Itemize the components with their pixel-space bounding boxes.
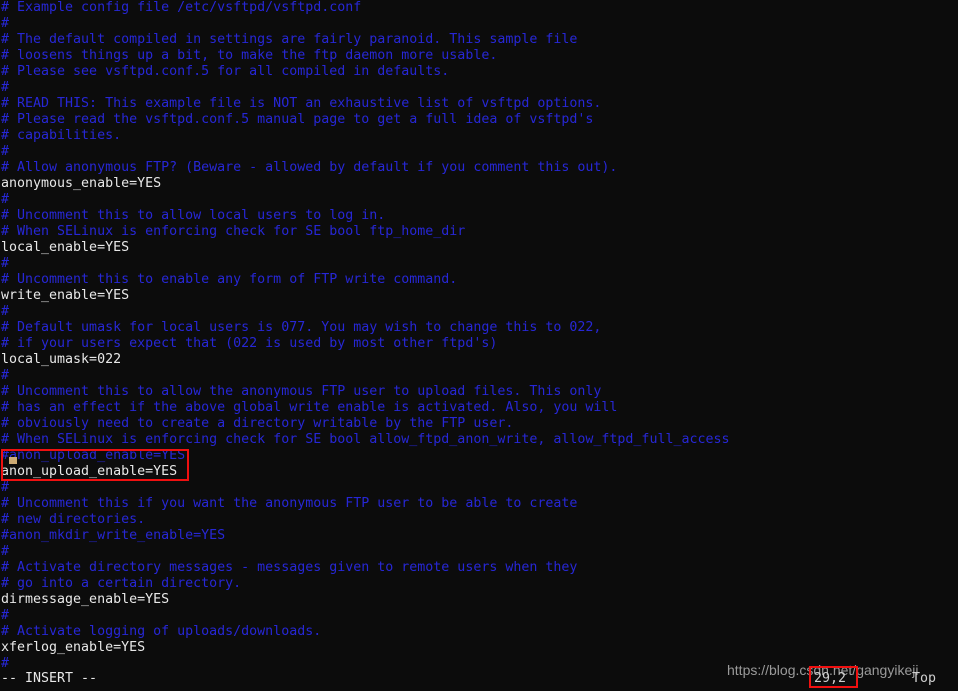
buffer-line: # (1, 608, 10, 623)
vim-file-position-indicator: Top (912, 671, 937, 686)
buffer-line: #anon_upload_enable=YES (1, 448, 186, 463)
buffer-line: write_enable=YES (1, 288, 130, 303)
buffer-line: # if your users expect that (022 is used… (1, 336, 498, 351)
buffer-line: # When SELinux is enforcing check for SE… (1, 224, 466, 239)
vim-block-cursor (9, 457, 17, 464)
vim-cursor-position-ruler: 29,2 (814, 671, 847, 686)
vim-status-line: -- INSERT -- 29,2 Top (0, 671, 958, 687)
buffer-line: # (1, 368, 10, 383)
buffer-line: # Uncomment this to allow local users to… (1, 208, 386, 223)
buffer-line: anon_upload_enable=YES (1, 464, 178, 479)
buffer-line: # obviously need to create a directory w… (1, 416, 514, 431)
buffer-line: # Please read the vsftpd.conf.5 manual p… (1, 112, 594, 127)
buffer-line: # Activate logging of uploads/downloads. (1, 624, 322, 639)
buffer-line: local_umask=022 (1, 352, 122, 367)
buffer-line: anonymous_enable=YES (1, 176, 162, 191)
buffer-line: # (1, 256, 10, 271)
buffer-line: # Allow anonymous FTP? (Beware - allowed… (1, 160, 618, 175)
buffer-line: # (1, 16, 10, 31)
buffer-line: xferlog_enable=YES (1, 640, 146, 655)
buffer-line: # (1, 656, 10, 671)
buffer-line: # (1, 480, 10, 495)
buffer-line: # READ THIS: This example file is NOT an… (1, 96, 602, 111)
buffer-line: # (1, 192, 10, 207)
buffer-line: # Uncomment this to allow the anonymous … (1, 384, 602, 399)
buffer-line: # Default umask for local users is 077. … (1, 320, 602, 335)
terminal-window[interactable]: # Example config file /etc/vsftpd/vsftpd… (0, 0, 958, 691)
buffer-line: # (1, 304, 10, 319)
buffer-line: # (1, 144, 10, 159)
buffer-line: # Please see vsftpd.conf.5 for all compi… (1, 64, 450, 79)
vim-mode-indicator: -- INSERT -- (1, 671, 98, 686)
buffer-line: # Uncomment this if you want the anonymo… (1, 496, 578, 511)
buffer-line: # has an effect if the above global writ… (1, 400, 618, 415)
buffer-line: # When SELinux is enforcing check for SE… (1, 432, 730, 447)
buffer-line: # Example config file /etc/vsftpd/vsftpd… (1, 0, 362, 15)
buffer-line: # (1, 544, 10, 559)
buffer-line: # Uncomment this to enable any form of F… (1, 272, 458, 287)
buffer-line: # Activate directory messages - messages… (1, 560, 578, 575)
buffer-line: # The default compiled in settings are f… (1, 32, 578, 47)
buffer-line: # new directories. (1, 512, 146, 527)
buffer-line: # loosens things up a bit, to make the f… (1, 48, 498, 63)
buffer-line: # (1, 80, 10, 95)
buffer-line: # capabilities. (1, 128, 122, 143)
buffer-line: #anon_mkdir_write_enable=YES (1, 528, 226, 543)
buffer-line: local_enable=YES (1, 240, 130, 255)
vim-text-buffer[interactable]: # Example config file /etc/vsftpd/vsftpd… (0, 0, 958, 672)
buffer-line: dirmessage_enable=YES (1, 592, 170, 607)
buffer-line: # go into a certain directory. (1, 576, 242, 591)
